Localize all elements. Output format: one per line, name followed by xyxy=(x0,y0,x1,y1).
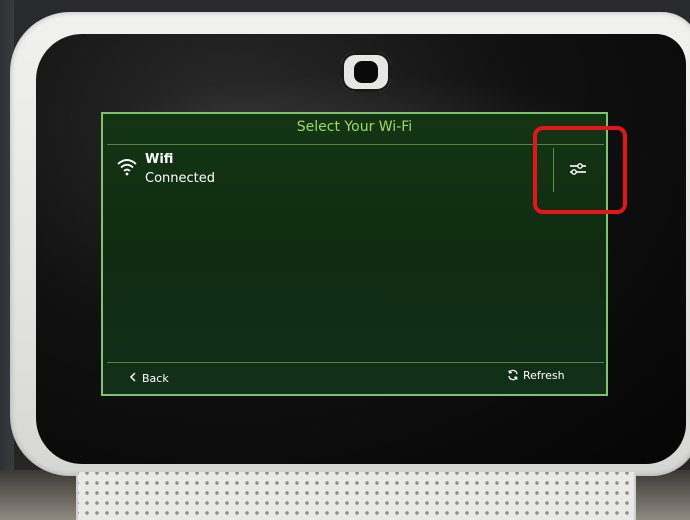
back-label: Back xyxy=(142,372,169,385)
screen-title: Select Your Wi-Fi xyxy=(296,119,413,135)
title-divider xyxy=(107,144,604,145)
back-button[interactable]: Back xyxy=(129,372,169,390)
photo-stage: Select Your Wi-Fi Wifi Connected Back Re… xyxy=(0,0,690,520)
network-list-item[interactable]: Wifi Connected xyxy=(117,152,537,192)
refresh-label: Refresh xyxy=(523,369,565,382)
highlight-annotation xyxy=(533,126,627,214)
wifi-settings-screen: Select Your Wi-Fi Wifi Connected Back Re… xyxy=(101,112,608,396)
camera-lens xyxy=(354,61,378,83)
footer-divider xyxy=(107,362,604,363)
chevron-left-icon xyxy=(129,372,136,385)
network-status: Connected xyxy=(145,171,216,186)
camera-housing xyxy=(341,52,391,92)
speaker-grille xyxy=(76,472,636,520)
refresh-icon xyxy=(507,369,519,381)
network-name: Wifi xyxy=(145,152,174,167)
refresh-button[interactable]: Refresh xyxy=(507,369,565,387)
wifi-icon xyxy=(117,158,137,176)
